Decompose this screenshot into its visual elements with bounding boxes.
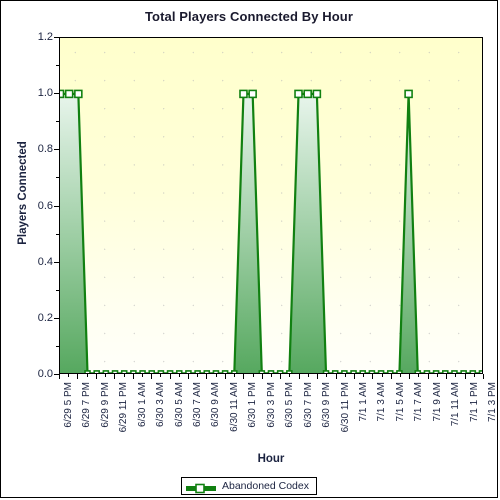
x-tick-label: 7/1 7 AM <box>413 382 425 422</box>
x-tick-mark <box>224 374 226 379</box>
x-tick-label: 6/29 11 PM <box>118 382 130 433</box>
x-tick-minor <box>160 374 162 377</box>
x-tick-mark <box>390 374 392 379</box>
x-tick-label: 6/30 9 PM <box>321 382 333 428</box>
series-line <box>60 92 482 373</box>
x-tick-label: 7/1 9 AM <box>431 382 443 422</box>
x-tick-mark <box>483 374 484 379</box>
x-tick-mark <box>335 374 337 379</box>
x-tick-label: 6/29 5 PM <box>63 382 74 428</box>
x-tick-mark <box>188 374 190 379</box>
x-tick-mark <box>372 374 374 379</box>
y-axis-title: Players Connected <box>17 141 29 245</box>
data-point-marker[interactable] <box>303 89 312 99</box>
x-tick-label: 7/1 3 PM <box>487 382 498 423</box>
chart-title: Total Players Connected By Hour <box>144 9 353 24</box>
x-tick-minor <box>455 374 457 377</box>
x-tick-mark <box>409 374 411 379</box>
x-tick-mark <box>151 374 153 379</box>
x-tick-mark <box>243 374 245 379</box>
x-tick-minor <box>178 374 180 377</box>
chart-window: Total Players Connected By Hour Players … <box>0 0 498 498</box>
x-tick-minor <box>307 374 309 377</box>
x-tick-minor <box>363 374 365 377</box>
x-tick-mark <box>353 374 355 379</box>
x-tick-minor <box>68 374 70 377</box>
x-tick-label: 6/30 3 PM <box>265 382 277 428</box>
series-canvas <box>60 89 482 373</box>
x-tick-mark <box>317 374 319 379</box>
x-tick-label: 6/30 7 PM <box>302 382 314 428</box>
data-point-marker[interactable] <box>404 89 413 99</box>
x-tick-mark <box>114 374 116 379</box>
plot-wrapper <box>59 37 483 374</box>
x-tick-minor <box>289 374 291 377</box>
x-tick-label: 6/30 7 AM <box>192 382 204 428</box>
x-tick-mark <box>132 374 134 379</box>
x-tick-mark <box>77 374 79 379</box>
x-tick-minor <box>418 374 420 377</box>
x-tick-label: 6/30 1 AM <box>136 382 148 428</box>
x-tick-label: 6/30 11 PM <box>339 382 351 433</box>
x-tick-minor <box>436 374 438 377</box>
x-tick-label: 6/30 5 AM <box>173 382 185 428</box>
x-tick-mark <box>206 374 208 379</box>
x-tick-mark <box>446 374 448 379</box>
legend[interactable]: Abandoned Codex <box>181 477 317 495</box>
x-tick-mark <box>464 374 466 379</box>
x-tick-minor <box>400 374 402 377</box>
x-tick-mark <box>298 374 300 379</box>
x-tick-minor <box>473 374 475 377</box>
x-tick-minor <box>344 374 346 377</box>
x-axis-title: Hour <box>257 453 285 465</box>
x-tick-label: 6/30 1 PM <box>247 382 259 428</box>
x-tick-label: 6/30 9 AM <box>210 382 222 428</box>
data-point-marker[interactable] <box>294 89 303 99</box>
x-tick-label: 7/1 5 AM <box>394 382 406 422</box>
x-tick-minor <box>86 374 88 377</box>
x-tick-minor <box>381 374 383 377</box>
x-tick-label: 6/30 3 AM <box>155 382 167 428</box>
x-tick-minor <box>141 374 143 377</box>
x-tick-minor <box>215 374 217 377</box>
x-tick-label: 6/30 11 AM <box>228 382 240 432</box>
legend-swatch-icon <box>186 481 216 493</box>
y-axis-title-container: Players Connected <box>15 37 31 374</box>
plot-area <box>59 37 483 374</box>
x-tick-minor <box>271 374 272 377</box>
x-tick-minor <box>197 374 199 377</box>
x-tick-minor <box>105 374 107 377</box>
x-tick-label: 6/29 7 PM <box>81 382 93 428</box>
data-point-marker[interactable] <box>312 89 322 99</box>
x-tick-mark <box>95 374 97 379</box>
x-tick-label: 6/29 9 PM <box>99 382 111 428</box>
series-area <box>60 93 418 373</box>
data-point-marker[interactable] <box>74 89 83 99</box>
x-tick-minor <box>234 374 236 377</box>
x-tick-minor <box>326 374 328 377</box>
x-tick-mark <box>169 374 171 379</box>
x-tick-mark <box>427 374 429 379</box>
data-point-marker[interactable] <box>478 370 482 373</box>
data-point-marker[interactable] <box>60 89 65 99</box>
x-tick-label: 7/1 1 PM <box>468 382 480 423</box>
x-tick-mark <box>280 374 282 379</box>
x-tick-mark <box>59 374 60 379</box>
data-point-marker[interactable] <box>248 89 257 99</box>
x-tick-mark <box>261 374 263 379</box>
x-tick-label: 6/30 5 PM <box>284 382 296 428</box>
data-point-marker[interactable] <box>239 89 248 99</box>
x-tick-label: 7/1 11 AM <box>450 382 462 427</box>
data-point-marker[interactable] <box>64 89 74 99</box>
legend-label: Abandoned Codex <box>222 480 309 492</box>
x-tick-label: 7/1 3 AM <box>376 382 388 422</box>
x-tick-minor <box>123 374 125 377</box>
x-tick-minor <box>252 374 254 377</box>
x-tick-label: 7/1 1 AM <box>357 382 369 422</box>
